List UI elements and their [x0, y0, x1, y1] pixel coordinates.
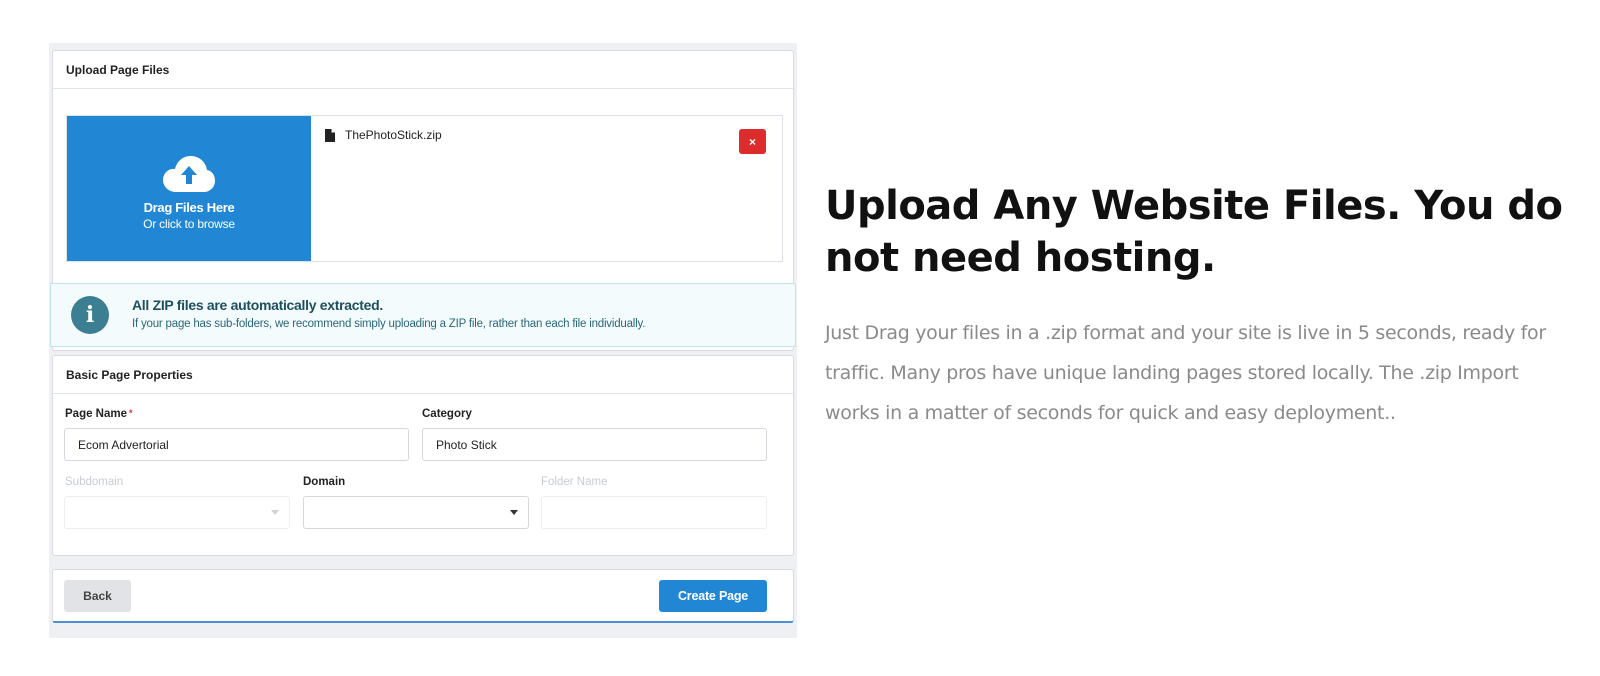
back-button[interactable]: Back [64, 580, 131, 612]
upload-form-screenshot: Upload Page Files Drag Files Here Or cli… [49, 43, 797, 638]
close-icon: × [748, 134, 756, 149]
properties-title: Basic Page Properties [53, 356, 793, 394]
domain-select[interactable] [303, 496, 529, 529]
page-name-label: Page Name * [65, 408, 133, 420]
marketing-description: Just Drag your files in a .zip format an… [825, 322, 1546, 424]
page-name-label-text: Page Name [65, 408, 128, 420]
cloud-upload-icon [163, 156, 215, 192]
required-mark: * [129, 408, 133, 418]
uploaded-file: ThePhotoStick.zip [325, 128, 442, 142]
file-name: ThePhotoStick.zip [345, 128, 442, 142]
dropzone-title: Drag Files Here [143, 200, 235, 215]
marketing-headline: Upload Any Website Files. You do not nee… [825, 183, 1563, 281]
page-name-input[interactable]: Ecom Advertorial [64, 428, 409, 461]
category-value: Photo Stick [436, 437, 497, 452]
category-input[interactable]: Photo Stick [422, 428, 767, 461]
chevron-down-icon [271, 510, 279, 515]
upload-card-title: Upload Page Files [53, 51, 793, 89]
upload-area: Drag Files Here Or click to browse ThePh… [66, 115, 783, 262]
info-text: If your page has sub-folders, we recomme… [132, 318, 646, 330]
subdomain-select[interactable] [64, 496, 290, 529]
file-icon [325, 128, 335, 142]
domain-label: Domain [303, 476, 346, 488]
chevron-down-icon [510, 510, 518, 515]
page-properties-card: Basic Page Properties Page Name * Ecom Ad… [52, 355, 794, 556]
folder-name-input[interactable] [541, 496, 767, 529]
info-banner: i All ZIP files are automatically extrac… [50, 283, 796, 347]
folder-name-label: Folder Name [541, 476, 608, 488]
page-name-value: Ecom Advertorial [78, 437, 169, 452]
subdomain-label: Subdomain [65, 476, 124, 488]
dropzone-subtitle: Or click to browse [143, 217, 235, 231]
info-icon: i [71, 296, 109, 334]
form-footer: Back Create Page [52, 569, 794, 623]
category-label: Category [422, 408, 472, 420]
info-title: All ZIP files are automatically extracte… [132, 297, 383, 313]
remove-file-button[interactable]: × [739, 129, 766, 154]
create-page-button[interactable]: Create Page [659, 580, 767, 612]
file-dropzone[interactable]: Drag Files Here Or click to browse [67, 116, 311, 261]
